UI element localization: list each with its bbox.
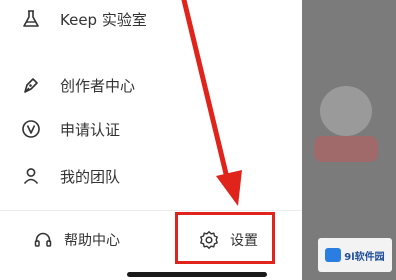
menu-item-label: 我的团队 [60, 167, 121, 186]
person-icon [20, 165, 42, 187]
settings-label: 设置 [230, 233, 258, 249]
menu-item-apply-verification[interactable]: 申请认证 [20, 114, 120, 144]
menu-item-my-team[interactable]: 我的团队 [20, 161, 120, 191]
menu-item-label: Keep 实验室 [60, 10, 147, 29]
flask-icon [20, 8, 42, 30]
gear-icon [198, 229, 220, 251]
home-indicator[interactable] [127, 272, 267, 277]
logo-icon [325, 248, 342, 262]
divider [0, 210, 302, 211]
verified-v-icon [20, 118, 42, 140]
watermark-logo: 9l软件园 [318, 238, 392, 272]
settings-button[interactable]: 设置 [198, 222, 258, 258]
headphones-icon [32, 229, 54, 251]
menu-item-creator-center[interactable]: 创作者中心 [20, 70, 135, 100]
pen-icon [20, 74, 42, 96]
menu-item-label: 申请认证 [60, 120, 121, 139]
background-image [314, 136, 378, 162]
side-drawer: Keep 实验室 创作者中心 申请认证 我的团队 帮助中心 设置 [0, 0, 302, 280]
background-image [320, 86, 372, 136]
help-center-button[interactable]: 帮助中心 [32, 222, 120, 258]
help-center-label: 帮助中心 [64, 233, 120, 249]
menu-item-label: 创作者中心 [60, 76, 136, 95]
menu-item-keep-lab[interactable]: Keep 实验室 [20, 4, 147, 34]
watermark-text: 9l软件园 [344, 251, 385, 263]
